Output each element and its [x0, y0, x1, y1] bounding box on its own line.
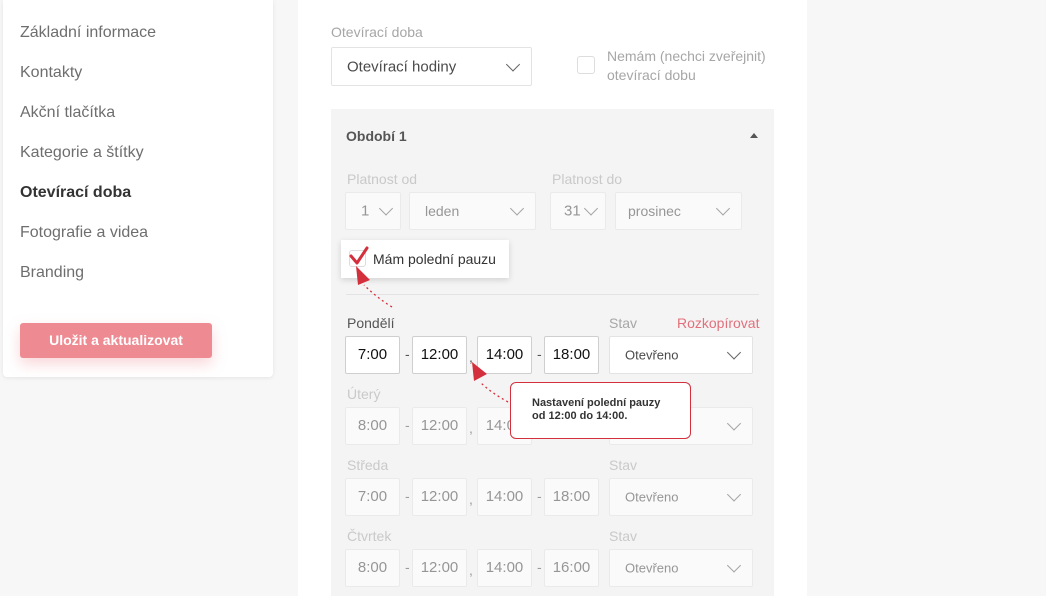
valid-to-label: Platnost do	[552, 171, 623, 187]
wednesday-break-to-input[interactable]: 14:00	[477, 478, 532, 516]
thursday-open-input[interactable]: 8:00	[345, 549, 400, 587]
annotation-arrows	[356, 266, 509, 403]
chevron-down-icon	[726, 487, 742, 502]
comma-separator: ,	[469, 420, 473, 436]
sidebar: Základní informace Kontakty Akční tlačít…	[3, 0, 273, 377]
thursday-status-select[interactable]: Otevřeno	[609, 549, 753, 587]
hours-type-select[interactable]: Otevírací hodiny	[331, 47, 532, 86]
chevron-down-icon	[509, 201, 525, 216]
to-month-value: prosinec	[628, 203, 681, 219]
sidebar-item-categories[interactable]: Kategorie a štítky	[20, 144, 144, 162]
status-label: Stav	[609, 528, 638, 544]
sidebar-item-action-buttons[interactable]: Akční tlačítka	[20, 104, 115, 122]
sidebar-item-contacts[interactable]: Kontakty	[20, 64, 82, 82]
tuesday-open-input[interactable]: 8:00	[345, 407, 400, 445]
to-day-value: 31	[564, 202, 581, 220]
save-and-update-button[interactable]: Uložit a aktualizovat	[20, 323, 212, 358]
hours-type-value: Otevírací hodiny	[347, 58, 457, 75]
chevron-down-icon	[583, 201, 599, 216]
from-day-select[interactable]: 1	[345, 192, 401, 230]
dash-separator: -	[405, 559, 410, 575]
chevron-down-icon	[378, 201, 394, 216]
status-label: Stav	[609, 315, 638, 331]
callout-line1: Nastavení polední pauzy	[532, 397, 661, 409]
chevron-down-icon	[726, 416, 742, 431]
to-month-select[interactable]: prosinec	[615, 192, 742, 230]
status-label: Stav	[609, 457, 638, 473]
no-publish-label-line1: Nemám (nechci zveřejnit)	[607, 48, 766, 64]
comma-separator: ,	[469, 491, 473, 507]
lunch-break-callout: Nastavení polední pauzy od 12:00 do 14:0…	[510, 382, 691, 439]
wednesday-break-from-input[interactable]: 12:00	[412, 478, 467, 516]
to-day-select[interactable]: 31	[550, 192, 606, 230]
chevron-down-icon	[715, 201, 731, 216]
day-name-wednesday: Středa	[347, 457, 389, 473]
callout-line2: od 12:00 do 14:00.	[532, 410, 628, 422]
from-month-select[interactable]: leden	[409, 192, 536, 230]
no-publish-label-line2: otevírací dobu	[607, 67, 696, 83]
comma-separator: ,	[469, 562, 473, 578]
no-publish-checkbox[interactable]	[577, 56, 595, 74]
dash-separator: -	[537, 346, 542, 362]
chevron-down-icon	[726, 558, 742, 573]
dash-separator: -	[405, 488, 410, 504]
opening-hours-label: Otevírací doba	[331, 24, 423, 40]
monday-status-select[interactable]: Otevřeno	[609, 336, 753, 374]
tuesday-break-from-input[interactable]: 12:00	[412, 407, 467, 445]
sidebar-item-opening-hours[interactable]: Otevírací doba	[20, 184, 131, 202]
wednesday-status-value: Otevřeno	[625, 489, 679, 505]
sidebar-item-photos[interactable]: Fotografie a videa	[20, 224, 148, 242]
wednesday-open-input[interactable]: 7:00	[345, 478, 400, 516]
thursday-break-to-input[interactable]: 14:00	[477, 549, 532, 587]
period-title: Období 1	[346, 128, 407, 144]
valid-from-label: Platnost od	[347, 171, 418, 187]
thursday-break-from-input[interactable]: 12:00	[412, 549, 467, 587]
dash-separator: -	[537, 488, 542, 504]
thursday-close-input[interactable]: 16:00	[544, 549, 599, 587]
wednesday-close-input[interactable]: 18:00	[544, 478, 599, 516]
copy-hours-link[interactable]: Rozkopírovat	[677, 315, 759, 331]
chevron-down-icon	[726, 345, 742, 360]
monday-close-input[interactable]: 18:00	[544, 336, 599, 374]
from-day-value: 1	[361, 202, 370, 220]
dash-separator: -	[537, 559, 542, 575]
dash-separator: -	[405, 417, 410, 433]
sidebar-item-branding[interactable]: Branding	[20, 264, 84, 282]
no-publish-label: Nemám (nechci zveřejnit) otevírací dobu	[607, 47, 766, 85]
chevron-down-icon	[505, 56, 521, 72]
thursday-status-value: Otevřeno	[625, 560, 679, 576]
monday-status-value: Otevřeno	[625, 347, 679, 363]
sidebar-item-basic-info[interactable]: Základní informace	[20, 24, 156, 42]
from-month-value: leden	[425, 203, 460, 219]
day-name-thursday: Čtvrtek	[347, 528, 392, 544]
collapse-up-icon[interactable]	[750, 133, 758, 138]
wednesday-status-select[interactable]: Otevřeno	[609, 478, 753, 516]
